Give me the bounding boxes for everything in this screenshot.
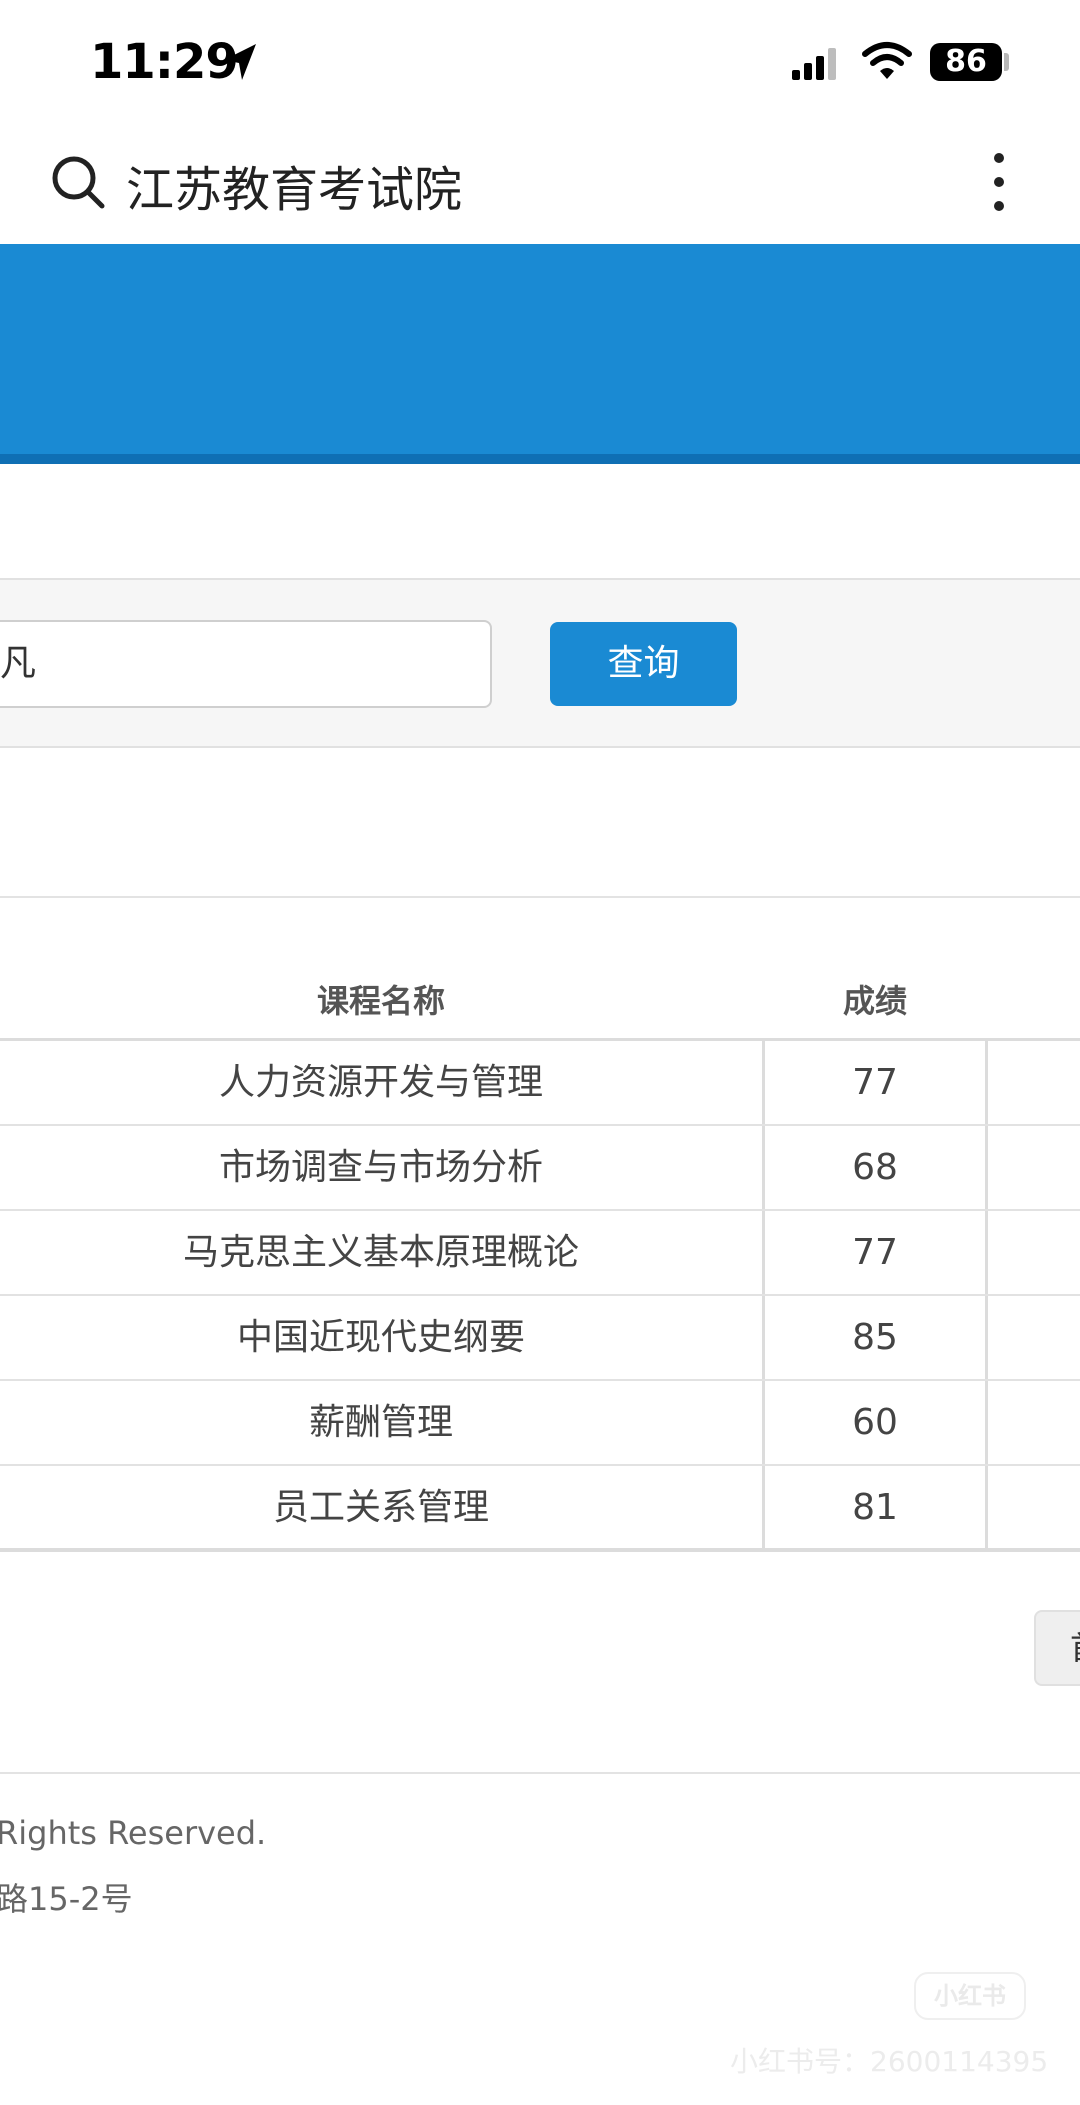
cellular-signal-icon xyxy=(792,48,836,80)
wifi-icon xyxy=(862,42,912,79)
table-row: 薪酬管理 60 xyxy=(0,1381,1080,1466)
course-name-cell: 员工关系管理 xyxy=(272,1487,489,1528)
search-icon[interactable] xyxy=(50,154,106,210)
results-table: 人力资源开发与管理 77 市场调查与市场分析 68 马克思主义基本原理概论 77… xyxy=(0,1038,1080,1552)
column-header-score: 成绩 xyxy=(842,982,907,1020)
page: 11:29 86 江苏教育考试院 凡 查询 课程名称 成绩 人力资源开发与管理 … xyxy=(0,0,1080,2105)
footer-copyright: Rights Reserved. xyxy=(0,1814,267,1852)
battery-cap xyxy=(1004,53,1009,71)
battery-icon: 86 xyxy=(930,43,1002,81)
status-time: 11:29 xyxy=(90,34,239,90)
course-name-cell: 马克思主义基本原理概论 xyxy=(182,1232,579,1273)
score-cell: 81 xyxy=(762,1466,988,1551)
table-header: 课程名称 成绩 xyxy=(0,954,1080,1038)
score-cell: 77 xyxy=(762,1041,988,1124)
score-cell: 85 xyxy=(762,1296,988,1379)
table-row: 市场调查与市场分析 68 xyxy=(0,1126,1080,1211)
first-page-button[interactable]: 首 xyxy=(1034,1610,1080,1686)
course-name-cell: 市场调查与市场分析 xyxy=(218,1147,543,1188)
column-header-course: 课程名称 xyxy=(316,982,445,1020)
table-row: 人力资源开发与管理 77 xyxy=(0,1041,1080,1126)
table-row: 中国近现代史纲要 85 xyxy=(0,1296,1080,1381)
footer-address: 路15-2号 xyxy=(0,1880,133,1918)
score-cell: 77 xyxy=(762,1211,988,1294)
more-vertical-icon[interactable] xyxy=(984,150,1014,214)
score-cell: 68 xyxy=(762,1126,988,1209)
name-input[interactable]: 凡 xyxy=(0,620,492,708)
search-bar[interactable]: 江苏教育考试院 xyxy=(0,120,1080,244)
course-name-cell: 中国近现代史纲要 xyxy=(236,1317,525,1358)
course-name-cell: 人力资源开发与管理 xyxy=(218,1062,543,1103)
watermark-logo: 小红书 xyxy=(914,1972,1026,2020)
search-query-text[interactable]: 江苏教育考试院 xyxy=(126,150,462,220)
watermark-id: 小红书号：2600114395 xyxy=(730,2045,1049,2078)
query-button[interactable]: 查询 xyxy=(550,622,737,706)
course-name-cell: 薪酬管理 xyxy=(308,1402,453,1443)
header-banner xyxy=(0,244,1080,454)
status-bar: 11:29 86 xyxy=(0,0,1080,120)
query-panel: 凡 查询 xyxy=(0,578,1080,748)
location-arrow-icon xyxy=(224,44,256,80)
score-cell: 60 xyxy=(762,1381,988,1464)
table-row: 马克思主义基本原理概论 77 xyxy=(0,1211,1080,1296)
table-row: 员工关系管理 81 xyxy=(0,1466,1080,1551)
section-divider xyxy=(0,896,1080,898)
header-banner-underline xyxy=(0,454,1080,464)
footer-divider xyxy=(0,1772,1080,1774)
